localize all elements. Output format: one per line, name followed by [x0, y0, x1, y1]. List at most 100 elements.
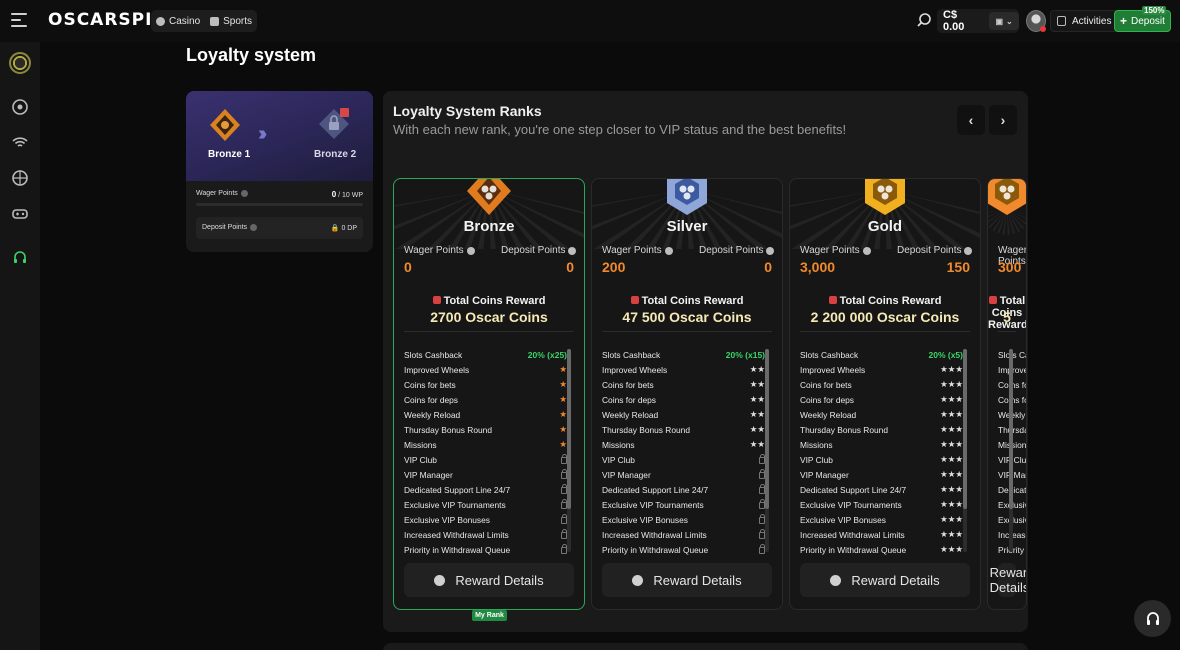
star-rating: ★★★ [940, 394, 963, 404]
logo[interactable]: OSCARSPIN [48, 10, 168, 30]
progress-arrows-icon: ››››› [258, 123, 268, 145]
balance-widget[interactable]: C$ 0.00 ▣ ⌄ [937, 9, 1019, 33]
casino-icon [156, 16, 165, 26]
cashback-value: 20% (x5) [928, 349, 964, 360]
support-icon[interactable] [10, 248, 30, 268]
activities-button[interactable]: Activities [1050, 10, 1119, 32]
reward-details-button[interactable]: Reward Details [602, 563, 772, 597]
sports-icon[interactable] [10, 168, 30, 188]
star-rating: ★★★ [940, 544, 963, 554]
feature-scrollbar[interactable] [963, 349, 967, 552]
star-rating: ★★★ [940, 439, 963, 449]
feature-row: VIP Club [602, 452, 765, 467]
search-icon[interactable] [916, 12, 932, 28]
avatar[interactable] [1026, 10, 1046, 32]
feature-row: Coins for deps ★★ [602, 392, 765, 407]
feature-row: Missions ★★★ [800, 437, 963, 452]
nav-sports[interactable]: Sports [210, 16, 252, 27]
scroll-thumb[interactable] [567, 349, 571, 509]
deposit-label: Deposit [1131, 15, 1165, 27]
feature-label: Coins for deps [404, 394, 458, 405]
feature-list: Slots Cashback 20% (x5) Improved Wheels ★★★… [800, 347, 963, 557]
feature-label: Weekly Reload [800, 409, 857, 420]
rank-card-gold: Gold Wager Points Deposit Points 3,000 150 To… [789, 178, 981, 610]
wallet-dropdown[interactable]: ▣ ⌄ [989, 12, 1019, 30]
loyalty-icon[interactable] [9, 52, 31, 74]
prev-rank-button[interactable]: ‹ [957, 105, 985, 135]
wager-points-value: 3,000 [800, 259, 836, 275]
deposit-points-label: Deposit Points [501, 245, 577, 256]
star-rating: ★★★ [940, 484, 963, 494]
menu-icon[interactable] [11, 13, 27, 27]
next-rank-button[interactable]: › [989, 105, 1017, 135]
wager-points-label: Wager Points [404, 245, 475, 256]
feature-scrollbar[interactable] [765, 349, 769, 552]
reward-details-button[interactable]: Reward Details [800, 563, 970, 597]
activities-icon [1057, 16, 1066, 26]
info-icon[interactable] [862, 246, 871, 255]
gift-icon [432, 296, 441, 304]
top-bar: OSCARSPIN Casino Sports C$ 0.00 ▣ ⌄ Activ… [0, 0, 1180, 42]
star-rating: ★★★ [940, 424, 963, 434]
rank-card-next: Wager PointsDeposit Points300Total Coins… [987, 178, 1027, 610]
feature-row: Missions ★★ [602, 437, 765, 452]
headset-icon [1146, 611, 1159, 625]
wallet-icon: ▣ [995, 16, 1004, 26]
scroll-thumb[interactable] [765, 349, 769, 509]
feature-list: Slots Cashback 20% (x25) Improved Wheels ★ C… [404, 347, 567, 557]
info-icon[interactable] [568, 246, 577, 255]
reward-details-label: Reward Details [851, 572, 940, 588]
info-icon[interactable] [250, 224, 258, 231]
scroll-thumb[interactable] [1009, 349, 1013, 509]
feature-label: Priority in Withdrawal Queue [602, 544, 709, 555]
wager-points-value: 300 [998, 259, 1022, 275]
support-chat-button[interactable] [1134, 600, 1171, 637]
locked-bronze-emblem-icon [319, 108, 349, 139]
info-icon[interactable] [664, 246, 673, 255]
star-rating: ★★★ [940, 379, 963, 389]
feature-label: Thursday Bonus Round [602, 424, 690, 435]
casino-icon[interactable] [10, 97, 30, 117]
star-rating: ★ [559, 394, 567, 404]
reward-details-button[interactable]: Reward Details [404, 563, 574, 597]
info-icon[interactable] [466, 246, 475, 255]
live-icon[interactable] [10, 132, 30, 152]
wager-points-label: Wager Points [196, 190, 238, 197]
info-icon[interactable] [766, 246, 775, 255]
total-reward-text: Total Coins Reward [641, 295, 744, 307]
feature-scrollbar[interactable] [1009, 349, 1013, 552]
feature-row: Exclusive VIP Tournaments [404, 497, 567, 512]
reward-details-button[interactable]: Reward Details [990, 563, 1026, 597]
feature-label: Thursday Bonus Round [800, 424, 888, 435]
nav-casino-label: Casino [169, 15, 201, 27]
feature-label: Priority in Withdrawal Queue [800, 544, 907, 555]
info-icon[interactable] [964, 246, 973, 255]
games-icon[interactable] [10, 204, 30, 224]
total-reward-value: 5 [1003, 309, 1011, 325]
scroll-thumb[interactable] [963, 349, 967, 509]
star-rating: ★★★ [940, 454, 963, 464]
feature-label: Increased Withdrawal Limits [800, 529, 905, 540]
divider [602, 331, 772, 332]
star-rating: ★★★ [940, 469, 963, 479]
feature-row: Exclusive VIP Bonuses ★★★ [800, 512, 963, 527]
nav-casino[interactable]: Casino [156, 16, 200, 27]
info-icon[interactable] [240, 190, 248, 197]
feature-label: Improved Wheels [800, 364, 866, 375]
reward-details-label: Reward Details [989, 565, 1027, 595]
total-reward-text: Total Coins Reward [839, 295, 942, 307]
divider [800, 331, 970, 332]
star-rating: ★★★ [940, 409, 963, 419]
total-reward-value: 2 200 000 Oscar Coins [810, 309, 960, 325]
feature-label: Increased Withdrawal Limits [404, 529, 509, 540]
gift-icon [630, 296, 639, 304]
deposit-points-amount: 0 DP [341, 225, 357, 232]
wager-points-text: Wager Points [800, 245, 860, 256]
lock-icon: 🔒 [330, 225, 340, 232]
feature-row: Missions ★ [404, 437, 567, 452]
feature-scrollbar[interactable] [567, 349, 571, 552]
feature-label: Slots Cashback [800, 349, 859, 360]
deposit-points-value: 0 [566, 259, 574, 275]
balance-value: C$ 0.00 [943, 9, 965, 33]
feature-label: VIP Manager [602, 469, 651, 480]
